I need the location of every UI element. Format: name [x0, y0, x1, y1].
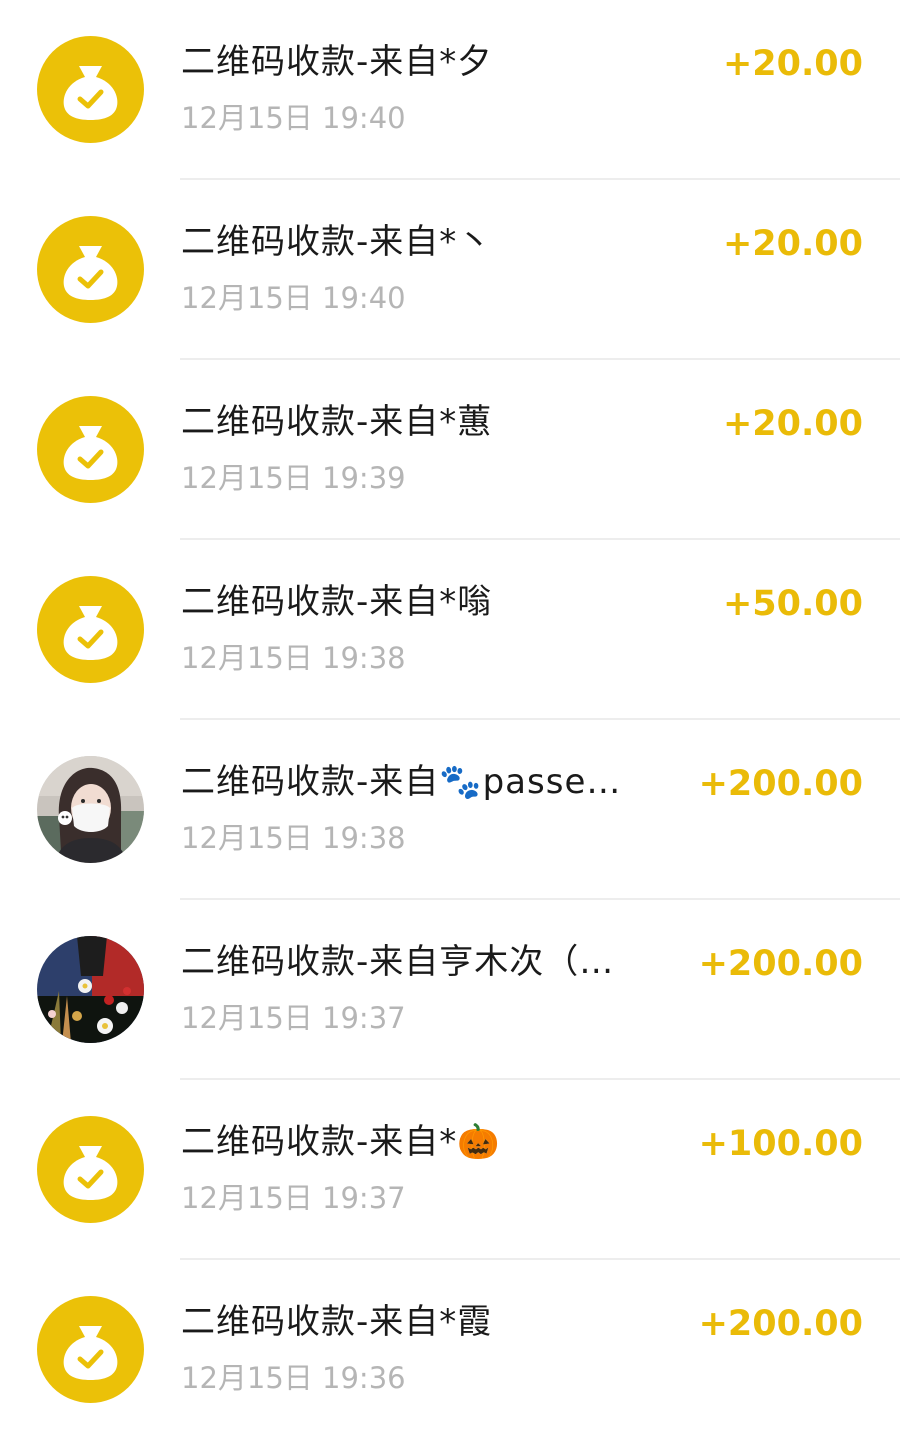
transaction-row[interactable]: 二维码收款-来自*蕙 12月15日 19:39 +20.00 — [0, 360, 900, 540]
transaction-amount: +50.00 — [722, 584, 863, 624]
transaction-row[interactable]: 二维码收款-来自*嗡 12月15日 19:38 +50.00 — [0, 540, 900, 720]
transaction-time: 12月15日 19:37 — [181, 1001, 406, 1035]
transaction-row[interactable]: 二维码收款-来自*夕 12月15日 19:40 +20.00 — [0, 0, 900, 180]
transaction-title: 二维码收款-来自*嗡 — [181, 582, 493, 622]
transaction-amount: +200.00 — [698, 944, 863, 984]
transaction-row[interactable]: 二维码收款-来自*霞 12月15日 19:36 +200.00 — [0, 1260, 900, 1440]
transaction-time: 12月15日 19:38 — [181, 641, 406, 675]
transaction-title: 二维码收款-来自*丶 — [181, 222, 493, 262]
user-avatar-photo — [37, 936, 144, 1043]
transaction-amount: +200.00 — [698, 764, 863, 804]
transaction-title: 二维码收款-来自*霞 — [181, 1302, 493, 1342]
transaction-time: 12月15日 19:37 — [181, 1181, 406, 1215]
money-bag-icon — [37, 36, 144, 143]
transaction-amount: +20.00 — [722, 44, 863, 84]
transaction-title: 二维码收款-来自*夕 — [181, 42, 493, 82]
transaction-time: 12月15日 19:40 — [181, 101, 406, 135]
user-avatar-photo — [37, 756, 144, 863]
transaction-amount: +20.00 — [722, 224, 863, 264]
money-bag-icon — [37, 216, 144, 323]
transaction-time: 12月15日 19:38 — [181, 821, 406, 855]
money-bag-icon — [37, 576, 144, 683]
transaction-time: 12月15日 19:36 — [181, 1361, 406, 1395]
transaction-amount: +100.00 — [698, 1124, 863, 1164]
transaction-time: 12月15日 19:40 — [181, 281, 406, 315]
money-bag-icon — [37, 1296, 144, 1403]
transaction-title: 二维码收款-来自亨木次（… — [181, 942, 615, 982]
transaction-amount: +20.00 — [722, 404, 863, 444]
transaction-row[interactable]: 二维码收款-来自🐾passe… 12月15日 19:38 +200.00 — [0, 720, 900, 900]
transaction-title: 二维码收款-来自*🎃 — [181, 1122, 501, 1162]
transaction-row[interactable]: 二维码收款-来自*丶 12月15日 19:40 +20.00 — [0, 180, 900, 360]
transaction-title: 二维码收款-来自*蕙 — [181, 402, 493, 442]
money-bag-icon — [37, 1116, 144, 1223]
transaction-row[interactable]: 二维码收款-来自*🎃 12月15日 19:37 +100.00 — [0, 1080, 900, 1260]
transaction-time: 12月15日 19:39 — [181, 461, 406, 495]
transaction-title: 二维码收款-来自🐾passe… — [181, 762, 622, 802]
transaction-row[interactable]: 二维码收款-来自亨木次（… 12月15日 19:37 +200.00 — [0, 900, 900, 1080]
money-bag-icon — [37, 396, 144, 503]
transaction-amount: +200.00 — [698, 1304, 863, 1344]
